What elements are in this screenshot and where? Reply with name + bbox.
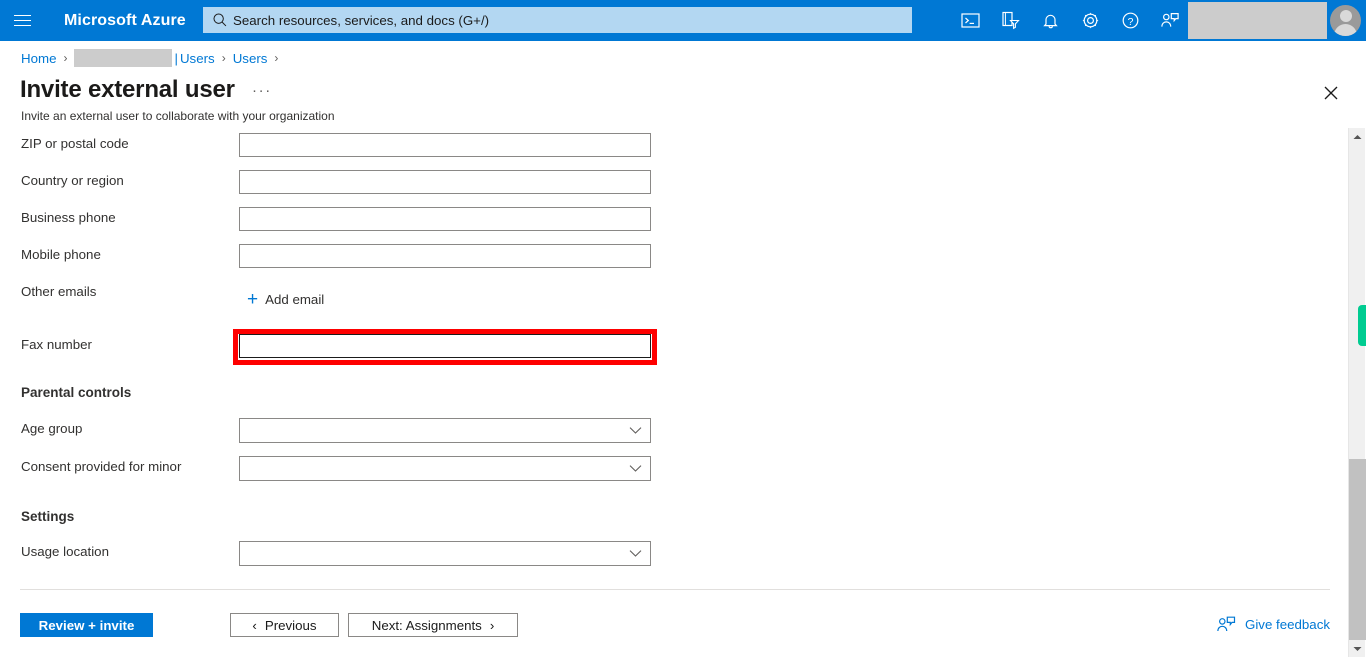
next-assignments-button[interactable]: Next: Assignments › bbox=[348, 613, 518, 637]
chevron-right-icon: › bbox=[489, 617, 495, 633]
scroll-up-arrow-icon[interactable] bbox=[1349, 128, 1366, 145]
label-consent-provided-for-minor: Consent provided for minor bbox=[21, 459, 182, 474]
page-subtitle: Invite an external user to collaborate w… bbox=[21, 109, 335, 123]
close-blade-icon[interactable] bbox=[1318, 80, 1344, 106]
vertical-scrollbar[interactable] bbox=[1348, 128, 1366, 657]
breadcrumb-tenant-redacted bbox=[74, 49, 173, 67]
input-business-phone[interactable] bbox=[239, 207, 651, 231]
hamburger-menu-icon[interactable] bbox=[0, 0, 44, 41]
notifications-bell-icon[interactable] bbox=[1030, 0, 1070, 41]
search-placeholder-text: Search resources, services, and docs (G+… bbox=[233, 12, 490, 28]
header-icon-group: ? bbox=[950, 0, 1190, 41]
scrollbar-thumb[interactable] bbox=[1349, 459, 1366, 640]
brand-microsoft-azure[interactable]: Microsoft Azure bbox=[64, 12, 186, 30]
add-email-label: Add email bbox=[265, 292, 325, 307]
help-question-icon[interactable]: ? bbox=[1110, 0, 1150, 41]
section-heading-parental-controls: Parental controls bbox=[21, 385, 132, 400]
scroll-down-arrow-icon[interactable] bbox=[1349, 640, 1366, 657]
label-zip-or-postal-code: ZIP or postal code bbox=[21, 136, 129, 151]
chevron-down-icon bbox=[629, 465, 642, 472]
chevron-left-icon: ‹ bbox=[252, 617, 257, 633]
svg-text:?: ? bbox=[1127, 16, 1133, 28]
input-country-or-region[interactable] bbox=[239, 170, 651, 194]
side-feedback-tab[interactable] bbox=[1358, 305, 1366, 346]
cloud-shell-icon[interactable] bbox=[950, 0, 990, 41]
footer-divider bbox=[20, 589, 1330, 590]
label-other-emails: Other emails bbox=[21, 284, 97, 299]
breadcrumb-separator-icon-2: › bbox=[221, 51, 226, 65]
user-avatar[interactable] bbox=[1330, 5, 1361, 36]
plus-icon: + bbox=[247, 288, 259, 310]
input-fax-number[interactable] bbox=[239, 334, 651, 358]
more-options-ellipsis-icon[interactable]: ··· bbox=[252, 83, 272, 98]
label-usage-location: Usage location bbox=[21, 544, 109, 559]
account-name-redacted bbox=[1188, 2, 1327, 39]
input-mobile-phone[interactable] bbox=[239, 244, 651, 268]
dropdown-consent-provided-for-minor[interactable] bbox=[239, 456, 651, 481]
label-business-phone: Business phone bbox=[21, 210, 116, 225]
directory-filter-icon[interactable] bbox=[990, 0, 1030, 41]
search-icon bbox=[213, 13, 227, 27]
breadcrumb-separator-icon-3: › bbox=[274, 51, 279, 65]
global-search-input[interactable]: Search resources, services, and docs (G+… bbox=[203, 7, 912, 33]
give-feedback-button[interactable]: Give feedback bbox=[1216, 615, 1330, 634]
page-title: Invite external user bbox=[20, 76, 235, 103]
previous-label: Previous bbox=[264, 617, 317, 633]
next-label: Next: Assignments bbox=[371, 617, 482, 633]
breadcrumb-separator-icon: › bbox=[63, 51, 68, 65]
breadcrumb-home[interactable]: Home bbox=[21, 51, 56, 66]
chevron-down-icon bbox=[629, 550, 642, 557]
input-zip-or-postal-code[interactable] bbox=[239, 133, 651, 157]
give-feedback-label: Give feedback bbox=[1245, 617, 1331, 632]
label-country-or-region: Country or region bbox=[21, 173, 124, 188]
settings-gear-icon[interactable] bbox=[1070, 0, 1110, 41]
breadcrumb-users-2[interactable]: Users bbox=[233, 51, 268, 66]
previous-button[interactable]: ‹ Previous bbox=[230, 613, 339, 637]
dropdown-usage-location[interactable] bbox=[239, 541, 651, 566]
chevron-down-icon bbox=[629, 427, 642, 434]
feedback-person-icon bbox=[1217, 616, 1236, 632]
section-heading-settings: Settings bbox=[21, 509, 75, 524]
review-invite-button[interactable]: Review + invite bbox=[20, 613, 153, 637]
breadcrumb: Home › | Users › Users › bbox=[21, 49, 285, 67]
label-fax-number: Fax number bbox=[21, 337, 92, 352]
dropdown-age-group[interactable] bbox=[239, 418, 651, 443]
add-email-button[interactable]: + Add email bbox=[247, 288, 325, 310]
label-mobile-phone: Mobile phone bbox=[21, 247, 101, 262]
label-age-group: Age group bbox=[21, 421, 83, 436]
feedback-person-icon[interactable] bbox=[1150, 0, 1190, 41]
breadcrumb-users-1[interactable]: Users bbox=[180, 51, 215, 66]
breadcrumb-pipe: | bbox=[174, 50, 178, 66]
